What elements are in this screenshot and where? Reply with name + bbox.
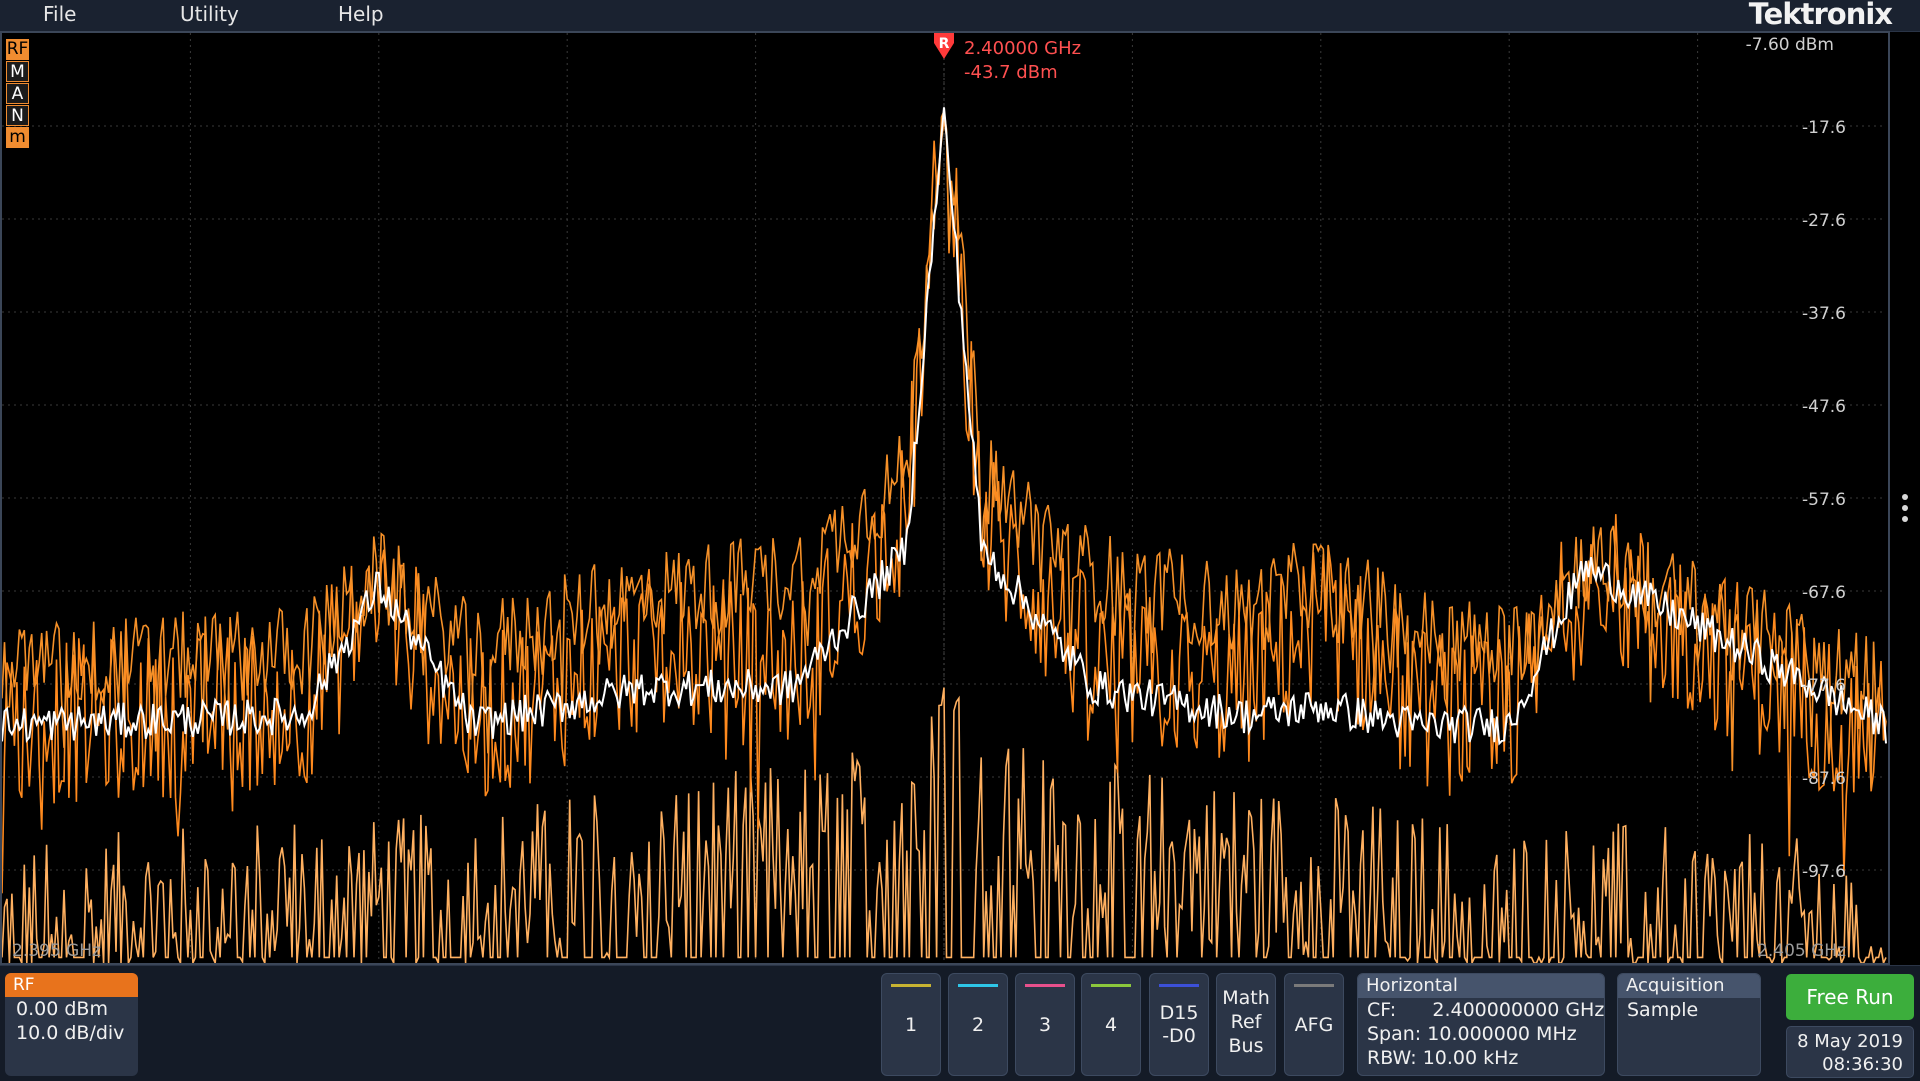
digital-label: D15 -D0: [1159, 1002, 1199, 1047]
y-tick-label: -87.6: [1802, 769, 1846, 789]
spectrum-plot[interactable]: R RF M A N m -7.60 dBm -17.6 -27.6 -37.6…: [0, 31, 1890, 965]
channel-1-button[interactable]: 1: [881, 973, 941, 1076]
rf-scale: 10.0 dB/div: [16, 1022, 125, 1044]
afg-color: [1294, 984, 1334, 987]
channel-2-color: [958, 984, 998, 987]
rf-ref-level: 0.00 dBm: [16, 998, 108, 1020]
menu-bar: File Utility Help Tektronix: [0, 0, 1920, 32]
rbw: RBW: 10.00 kHz: [1367, 1047, 1519, 1069]
y-tick-label: -27.6: [1802, 211, 1846, 231]
horizontal-title: Horizontal: [1358, 974, 1604, 998]
y-tick-label: -37.6: [1802, 304, 1846, 324]
channel-3-button[interactable]: 3: [1015, 973, 1075, 1076]
trace-chip-min[interactable]: m: [6, 127, 29, 148]
digital-color: [1159, 984, 1199, 987]
afg-button[interactable]: AFG: [1284, 973, 1344, 1076]
trace-chip-avg[interactable]: A: [6, 83, 29, 104]
trace-chip-max[interactable]: M: [6, 61, 29, 82]
acquisition-mode: Sample: [1627, 999, 1699, 1021]
more-options-icon[interactable]: [1901, 494, 1909, 527]
y-tick-label: -67.6: [1802, 583, 1846, 603]
free-run-button[interactable]: Free Run: [1786, 974, 1914, 1020]
trace-chip-rf[interactable]: RF: [6, 39, 29, 60]
rf-badge-title: RF: [5, 973, 138, 997]
channel-2-label: 2: [971, 1014, 985, 1036]
menu-utility[interactable]: Utility: [180, 0, 239, 31]
center-frequency: CF: 2.400000000 GHz: [1367, 999, 1605, 1021]
trace-chip-normal[interactable]: N: [6, 105, 29, 126]
channel-3-color: [1025, 984, 1065, 987]
ref-level-label: -7.60 dBm: [1745, 35, 1834, 55]
bottom-bar: RF 0.00 dBm 10.0 dB/div 1 2 3 4 D15 -D0 M…: [0, 965, 1920, 1081]
span: Span: 10.000000 MHz: [1367, 1023, 1577, 1045]
channel-3-label: 3: [1038, 1014, 1052, 1036]
x-start-label: 2.395 GHz: [12, 941, 101, 961]
channel-1-label: 1: [904, 1014, 918, 1036]
channel-4-color: [1091, 984, 1131, 987]
menu-help[interactable]: Help: [338, 0, 384, 31]
y-tick-label: -47.6: [1802, 397, 1846, 417]
menu-file[interactable]: File: [43, 0, 76, 31]
marker-frequency: 2.40000 GHz: [964, 38, 1082, 59]
channel-4-label: 4: [1104, 1014, 1118, 1036]
horizontal-panel[interactable]: Horizontal CF: 2.400000000 GHz Span: 10.…: [1357, 973, 1605, 1076]
time: 08:36:30: [1822, 1054, 1903, 1075]
brand-logo: Tektronix: [1748, 0, 1893, 31]
channel-1-color: [891, 984, 931, 987]
reference-marker-label: R: [939, 36, 950, 52]
y-tick-label: -17.6: [1802, 118, 1846, 138]
channel-4-button[interactable]: 4: [1081, 973, 1141, 1076]
graticule: [2, 33, 1886, 963]
math-ref-bus-label: Math Ref Bus: [1222, 987, 1270, 1057]
x-stop-label: 2.405 GHz: [1757, 941, 1846, 961]
afg-label: AFG: [1294, 1014, 1334, 1036]
acquisition-panel[interactable]: Acquisition Sample: [1617, 973, 1761, 1076]
channel-2-button[interactable]: 2: [948, 973, 1008, 1076]
y-tick-label: -57.6: [1802, 490, 1846, 510]
rf-badge[interactable]: RF 0.00 dBm 10.0 dB/div: [5, 973, 138, 1076]
y-tick-label: -77.6: [1802, 676, 1846, 696]
datetime-display[interactable]: 8 May 2019 08:36:30: [1786, 1026, 1914, 1078]
date: 8 May 2019: [1797, 1031, 1903, 1052]
marker-amplitude: -43.7 dBm: [964, 62, 1058, 83]
acquisition-title: Acquisition: [1618, 974, 1760, 998]
y-tick-label: -97.6: [1802, 862, 1846, 882]
spectrum-svg[interactable]: R: [2, 33, 1888, 963]
math-ref-bus-button[interactable]: Math Ref Bus: [1216, 973, 1276, 1076]
digital-button[interactable]: D15 -D0: [1149, 973, 1209, 1076]
